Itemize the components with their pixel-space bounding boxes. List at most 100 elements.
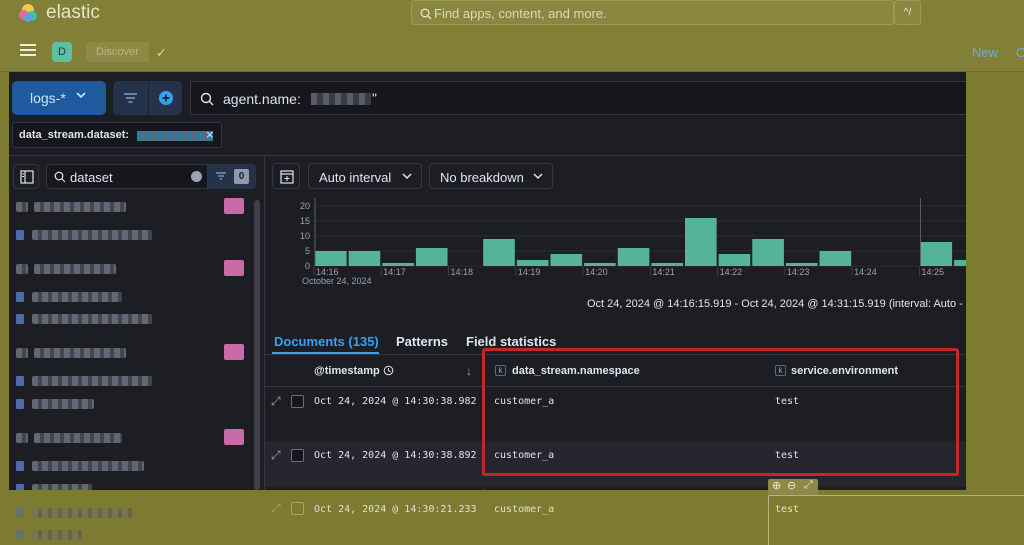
expand-icon[interactable]: ⤢	[271, 448, 281, 463]
histogram-bar[interactable]	[920, 242, 953, 266]
field-search-value: dataset	[70, 170, 113, 185]
expand-icon[interactable]: ⤢	[271, 501, 281, 516]
toggle-histogram-button[interactable]	[272, 163, 300, 189]
field-search-input[interactable]: dataset	[46, 164, 208, 189]
redacted-text	[16, 264, 28, 274]
column-header-timestamp[interactable]: @timestamp	[314, 365, 394, 379]
histogram-bar[interactable]	[752, 239, 784, 266]
count-badge	[224, 344, 244, 360]
y-tick-label: 15	[300, 216, 310, 226]
row-checkbox[interactable]	[291, 502, 304, 515]
sidebar-field-item[interactable]	[16, 290, 246, 304]
clear-icon[interactable]	[191, 171, 202, 182]
redacted-text	[32, 399, 94, 409]
field-type-icon	[16, 461, 24, 471]
global-search-input[interactable]: Find apps, content, and more.	[411, 0, 894, 25]
sidebar-section-popular[interactable]	[16, 260, 246, 276]
shortcut-hint: ^/	[894, 0, 921, 25]
cell-timestamp: Oct 24, 2024 @ 14:30:38.982	[314, 396, 477, 407]
open-button[interactable]: O	[1016, 45, 1024, 60]
x-axis-date-label: October 24, 2024	[302, 276, 372, 286]
redacted-value	[311, 93, 371, 105]
histogram-bar[interactable]	[584, 263, 616, 266]
cell-actions[interactable]: ⊕ ⊖ ⤢	[768, 479, 818, 495]
elastic-logo-icon	[18, 3, 38, 23]
breakdown-label: No breakdown	[440, 170, 524, 185]
sidebar-field-item[interactable]	[16, 528, 136, 542]
sidebar-field-item[interactable]	[16, 397, 246, 411]
tab-patterns[interactable]: Patterns	[396, 334, 448, 349]
histogram-bar[interactable]	[819, 251, 852, 266]
breadcrumb-discover[interactable]: Discover	[86, 42, 149, 62]
field-type-icon	[16, 530, 24, 540]
interval-select[interactable]: Auto interval	[308, 163, 422, 189]
y-tick-label: 5	[305, 246, 310, 256]
cell-timestamp: Oct 24, 2024 @ 14:30:21.233	[314, 504, 477, 515]
search-icon	[420, 7, 432, 25]
zoom-out-icon[interactable]: ⊖	[787, 479, 796, 492]
count-badge	[224, 429, 244, 445]
field-filter-button[interactable]: 0	[208, 164, 256, 189]
row-checkbox[interactable]	[291, 449, 304, 462]
sidebar-section-selected[interactable]	[16, 198, 246, 214]
x-tick-label: 14:23	[787, 267, 810, 277]
query-text-end: "	[372, 90, 377, 106]
search-icon	[200, 92, 214, 106]
histogram-bar[interactable]	[651, 263, 683, 266]
brand-name[interactable]: elastic	[46, 2, 100, 24]
close-icon[interactable]: ×	[206, 127, 214, 142]
expand-icon[interactable]: ⤢	[271, 394, 281, 409]
sort-descending-icon[interactable]: ↓	[466, 364, 472, 378]
histogram-bar[interactable]	[415, 248, 448, 266]
sidebar-field-item[interactable]	[16, 228, 246, 242]
sidebar-field-item[interactable]	[16, 374, 246, 388]
histogram-bar[interactable]	[785, 263, 818, 266]
calendar-icon	[280, 170, 294, 184]
expand-icon[interactable]: ⤢	[804, 479, 813, 492]
zoom-in-icon[interactable]: ⊕	[772, 479, 781, 492]
sidebar-section-available[interactable]	[16, 344, 246, 360]
add-filter-button[interactable]	[148, 81, 182, 115]
redacted-text	[34, 202, 126, 212]
sidebar-field-item[interactable]	[16, 312, 246, 326]
filter-menu-button[interactable]	[113, 81, 148, 115]
row-checkbox[interactable]	[291, 395, 304, 408]
redacted-text	[16, 202, 28, 212]
histogram-bar[interactable]	[516, 260, 549, 266]
field-type-icon	[16, 230, 24, 240]
histogram-bar[interactable]	[348, 251, 381, 266]
histogram-bar[interactable]	[617, 248, 650, 266]
field-type-icon	[16, 399, 24, 409]
histogram-bar[interactable]	[315, 251, 347, 266]
highlight-annotation	[482, 348, 959, 476]
plus-circle-icon	[159, 91, 173, 105]
histogram-bar[interactable]	[483, 239, 515, 266]
sidebar-scrollbar[interactable]	[254, 200, 260, 490]
histogram-bar[interactable]	[382, 263, 414, 266]
histogram-bar[interactable]	[685, 218, 717, 266]
new-button[interactable]: New	[972, 45, 998, 60]
tab-documents[interactable]: Documents (135)	[274, 334, 379, 349]
query-input[interactable]: agent.name: "	[190, 81, 966, 115]
space-avatar[interactable]: D	[52, 42, 72, 62]
check-icon: ✓	[156, 45, 167, 60]
redacted-value	[137, 131, 213, 141]
selection-box	[768, 495, 1024, 545]
sidebar-field-item[interactable]	[16, 459, 246, 473]
tab-field-statistics[interactable]: Field statistics	[466, 334, 556, 349]
breakdown-select[interactable]: No breakdown	[429, 163, 553, 189]
count-badge	[224, 260, 244, 276]
filter-icon	[124, 93, 137, 103]
panel-icon	[20, 170, 34, 184]
menu-icon[interactable]	[20, 44, 36, 56]
redacted-text	[32, 461, 144, 471]
data-view-picker[interactable]: logs-*	[12, 81, 106, 115]
histogram-bar[interactable]	[718, 254, 751, 266]
sidebar-section-empty[interactable]	[16, 429, 246, 445]
filter-pill[interactable]: data_stream.dataset: ×	[12, 122, 222, 148]
sidebar-field-item[interactable]	[16, 506, 136, 520]
histogram-chart[interactable]: 2015105014:16 14:17 14:18 14:19 14:20 14:21 14…	[278, 198, 1024, 290]
sidebar-toggle-button[interactable]	[13, 164, 39, 189]
histogram-bar[interactable]	[550, 254, 583, 266]
field-type-icon	[16, 376, 24, 386]
